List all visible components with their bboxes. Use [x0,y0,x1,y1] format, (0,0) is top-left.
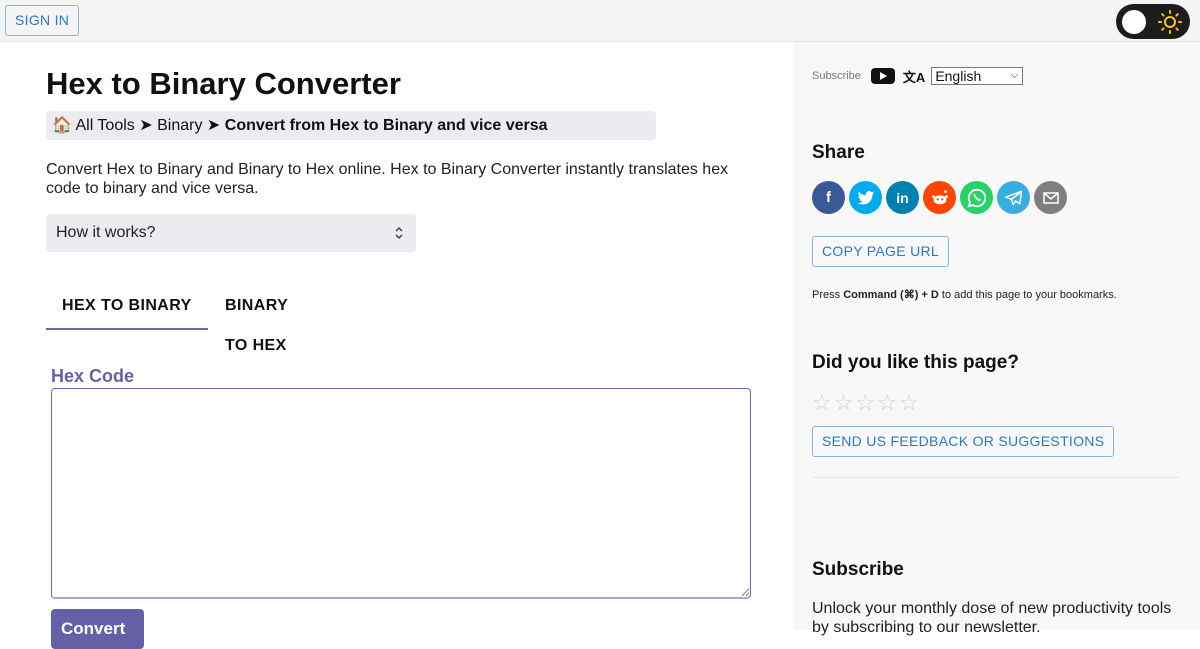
star-icon[interactable]: ☆ [877,391,897,415]
facebook-icon[interactable]: f [812,181,845,214]
home-icon[interactable]: 🏠 [52,117,72,134]
chevron-down-icon: ⌵ [1010,70,1019,81]
breadcrumb: 🏠 All Tools ➤ Binary ➤ Convert from Hex … [46,111,656,140]
breadcrumb-binary[interactable]: Binary [157,117,202,134]
star-icon[interactable]: ☆ [855,391,875,415]
copy-page-url-button[interactable]: COPY PAGE URL [812,236,949,267]
telegram-icon[interactable] [997,181,1030,214]
feedback-button[interactable]: SEND US FEEDBACK OR SUGGESTIONS [812,426,1115,457]
star-icon[interactable]: ☆ [812,391,832,415]
star-icon[interactable]: ☆ [899,391,919,415]
breadcrumb-all-tools[interactable]: All Tools [75,117,134,134]
rating-heading: Did you like this page? [812,352,1019,373]
breadcrumb-current: Convert from Hex to Binary and vice vers… [224,117,548,134]
subscribe-heading: Subscribe [812,559,904,580]
translate-icon: 文A [902,69,926,85]
breadcrumb-separator: ➤ [139,117,153,134]
page-description: Convert Hex to Binary and Binary to Hex … [46,161,729,197]
convert-button[interactable]: Convert [51,609,144,649]
theme-toggle[interactable] [1116,4,1190,39]
how-it-works-label: How it works? [56,224,156,241]
breadcrumb-separator: ➤ [206,117,221,134]
twitter-icon[interactable] [849,181,882,214]
whatsapp-icon[interactable] [960,181,993,214]
share-heading: Share [812,142,865,163]
bookmark-hint-keys: Command (⌘) + D [843,289,939,301]
how-it-works-toggle[interactable]: How it works? [46,214,416,252]
email-icon[interactable] [1034,181,1067,214]
bookmark-hint-prefix: Press [812,289,844,301]
bookmark-hint-suffix: to add this page to your bookmarks. [938,289,1117,301]
subscribe-text: Unlock your monthly dose of new producti… [812,600,1172,636]
star-rating: ☆ ☆ ☆ ☆ ☆ [812,391,919,415]
page-title: Hex to Binary Converter [46,66,401,101]
sun-icon [1158,10,1182,34]
reddit-icon[interactable] [923,181,956,214]
language-selected: English [935,68,982,84]
hex-code-input[interactable] [51,388,751,599]
subscribe-small-label: Subscribe [812,70,861,82]
main-content: Hex to Binary Converter 🏠 All Tools ➤ Bi… [0,42,793,649]
linkedin-icon[interactable]: in [886,181,919,214]
share-buttons: f in [812,181,1067,214]
sidebar: Subscribe 文A English ⌵ Share f in COPY P… [793,42,1200,636]
tab-binary-to-hex[interactable]: BINARY TO HEX [225,286,288,354]
top-bar: SIGN IN [0,0,1200,42]
language-select[interactable]: English ⌵ [931,67,1024,85]
subscribe-row: Subscribe 文A English ⌵ [812,66,1024,86]
toggle-knob [1122,10,1146,34]
hex-code-label: Hex Code [51,366,135,386]
tab-hex-to-binary[interactable]: HEX TO BINARY [46,286,208,330]
youtube-icon[interactable] [870,68,895,84]
expand-collapse-icon [394,214,404,267]
sign-in-button[interactable]: SIGN IN [5,5,80,36]
bookmark-hint: Press Command (⌘) + D to add this page t… [812,288,1117,301]
star-icon[interactable]: ☆ [834,391,854,415]
divider [812,477,1180,478]
